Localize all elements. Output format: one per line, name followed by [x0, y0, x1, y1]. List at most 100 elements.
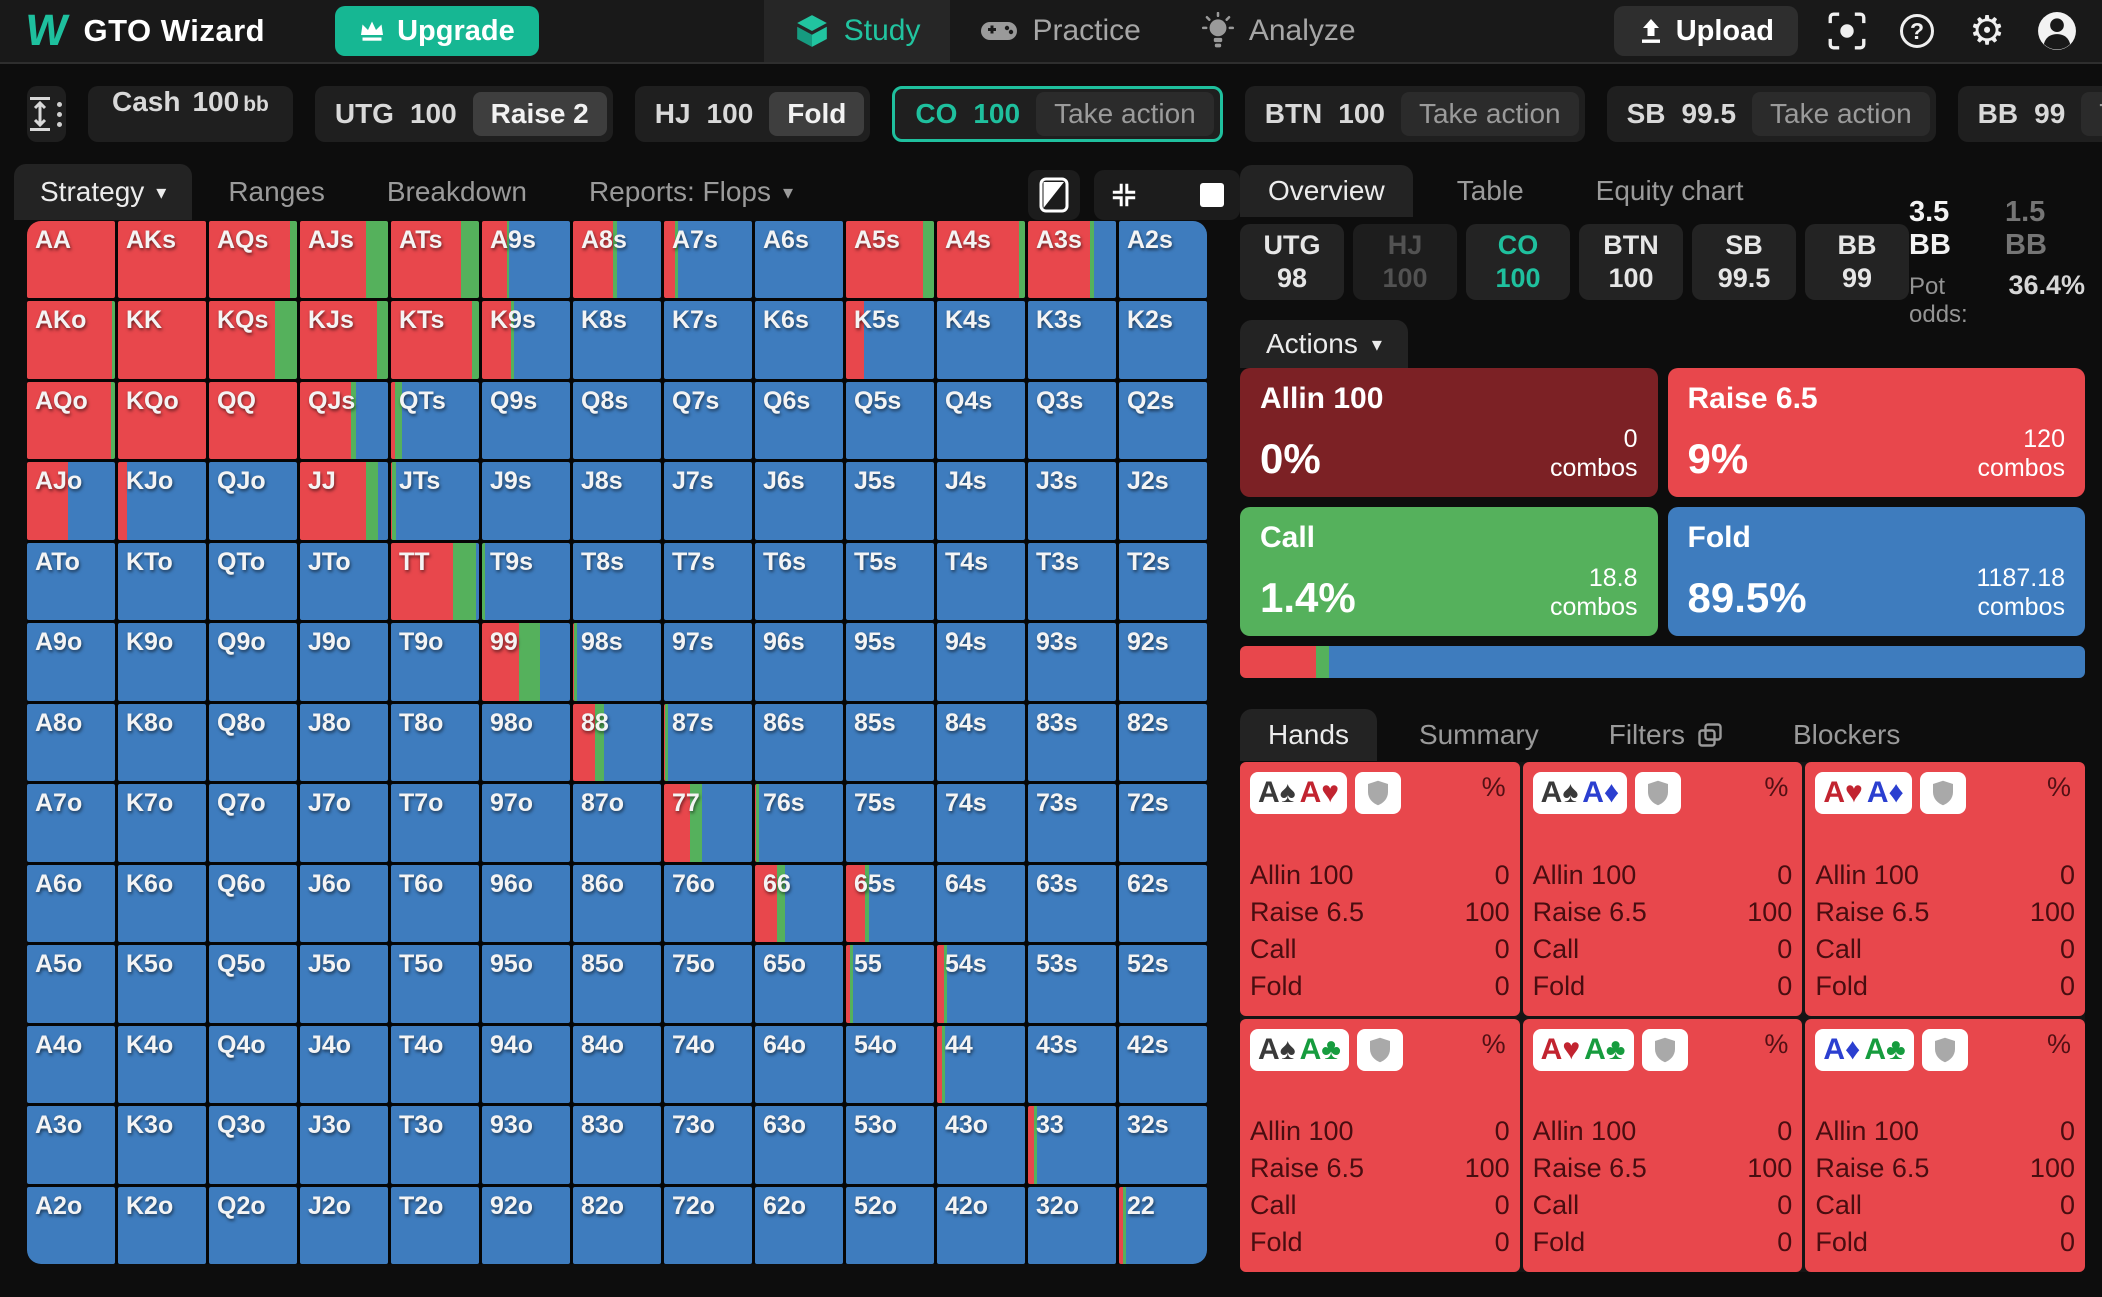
matrix-cell-82o[interactable]: 82o [573, 1187, 661, 1264]
matrix-cell-aqo[interactable]: AQo [27, 382, 115, 459]
matrix-cell-q8o[interactable]: Q8o [209, 704, 297, 781]
matrix-cell-83o[interactable]: 83o [573, 1106, 661, 1183]
matrix-cell-65o[interactable]: 65o [755, 945, 843, 1022]
tab-analyze[interactable]: Analyze [1171, 0, 1386, 62]
matrix-cell-t3o[interactable]: T3o [391, 1106, 479, 1183]
matrix-cell-t6s[interactable]: T6s [755, 543, 843, 620]
matrix-cell-94o[interactable]: 94o [482, 1026, 570, 1103]
matrix-cell-k7s[interactable]: K7s [664, 301, 752, 378]
upgrade-button[interactable]: Upgrade [335, 6, 539, 56]
matrix-cell-a8o[interactable]: A8o [27, 704, 115, 781]
action-card-call[interactable]: Call1.4%18.8combos [1240, 507, 1658, 636]
tab-hands[interactable]: Hands [1240, 709, 1377, 761]
matrix-cell-64o[interactable]: 64o [755, 1026, 843, 1103]
hand-combo-card[interactable]: A♥A♣%Allin 1000Raise 6.5100Call0Fold0 [1523, 1019, 1803, 1273]
matrix-cell-q2o[interactable]: Q2o [209, 1187, 297, 1264]
matrix-cell-j9o[interactable]: J9o [300, 623, 388, 700]
matrix-cell-j5o[interactable]: J5o [300, 945, 388, 1022]
matrix-cell-t5o[interactable]: T5o [391, 945, 479, 1022]
upload-button[interactable]: Upload [1614, 6, 1798, 56]
seat-action-chip[interactable]: Raise 2 [473, 92, 607, 136]
matrix-cell-j7o[interactable]: J7o [300, 784, 388, 861]
matrix-cell-87o[interactable]: 87o [573, 784, 661, 861]
matrix-cell-k2s[interactable]: K2s [1119, 301, 1207, 378]
blocker-shield-icon[interactable] [1642, 1029, 1688, 1071]
matrix-cell-j4o[interactable]: J4o [300, 1026, 388, 1103]
matrix-cell-t7s[interactable]: T7s [664, 543, 752, 620]
tab-filters[interactable]: Filters [1581, 709, 1751, 761]
matrix-cell-32o[interactable]: 32o [1028, 1187, 1116, 1264]
matrix-cell-kjo[interactable]: KJo [118, 462, 206, 539]
matrix-cell-qq[interactable]: QQ [209, 382, 297, 459]
matrix-cell-q3o[interactable]: Q3o [209, 1106, 297, 1183]
matrix-cell-64s[interactable]: 64s [937, 865, 1025, 942]
matrix-cell-t2o[interactable]: T2o [391, 1187, 479, 1264]
matrix-cell-76s[interactable]: 76s [755, 784, 843, 861]
matrix-cell-a4s[interactable]: A4s [937, 221, 1025, 298]
matrix-cell-t3s[interactable]: T3s [1028, 543, 1116, 620]
matrix-cell-87s[interactable]: 87s [664, 704, 752, 781]
matrix-cell-kjs[interactable]: KJs [300, 301, 388, 378]
matrix-cell-95o[interactable]: 95o [482, 945, 570, 1022]
matrix-cell-a5o[interactable]: A5o [27, 945, 115, 1022]
matrix-cell-74s[interactable]: 74s [937, 784, 1025, 861]
matrix-cell-q4s[interactable]: Q4s [937, 382, 1025, 459]
matrix-cell-a9o[interactable]: A9o [27, 623, 115, 700]
matrix-cell-92o[interactable]: 92o [482, 1187, 570, 1264]
matrix-cell-k5s[interactable]: K5s [846, 301, 934, 378]
matrix-cell-43s[interactable]: 43s [1028, 1026, 1116, 1103]
matrix-cell-96o[interactable]: 96o [482, 865, 570, 942]
matrix-cell-k4o[interactable]: K4o [118, 1026, 206, 1103]
matrix-cell-q6s[interactable]: Q6s [755, 382, 843, 459]
matrix-cell-72o[interactable]: 72o [664, 1187, 752, 1264]
matrix-cell-aqs[interactable]: AQs [209, 221, 297, 298]
matrix-cell-k7o[interactable]: K7o [118, 784, 206, 861]
seat-action-chip[interactable]: Fold [769, 92, 864, 136]
matrix-cell-85s[interactable]: 85s [846, 704, 934, 781]
matrix-cell-k6s[interactable]: K6s [755, 301, 843, 378]
game-type-chip[interactable]: Cash 100 bb [88, 86, 293, 142]
matrix-cell-a9s[interactable]: A9s [482, 221, 570, 298]
matrix-cell-k5o[interactable]: K5o [118, 945, 206, 1022]
matrix-cell-75s[interactable]: 75s [846, 784, 934, 861]
hand-combo-card[interactable]: A♠A♦%Allin 1000Raise 6.5100Call0Fold0 [1523, 762, 1803, 1016]
matrix-cell-q7s[interactable]: Q7s [664, 382, 752, 459]
matrix-cell-44[interactable]: 44 [937, 1026, 1025, 1103]
matrix-cell-ajs[interactable]: AJs [300, 221, 388, 298]
matrix-cell-a6o[interactable]: A6o [27, 865, 115, 942]
collapse-view-icon[interactable] [1110, 181, 1138, 209]
tab-ranges[interactable]: Ranges [202, 164, 351, 220]
matrix-cell-94s[interactable]: 94s [937, 623, 1025, 700]
matrix-cell-k8o[interactable]: K8o [118, 704, 206, 781]
matrix-cell-k9s[interactable]: K9s [482, 301, 570, 378]
matrix-cell-a4o[interactable]: A4o [27, 1026, 115, 1103]
solid-view-icon[interactable] [1200, 183, 1224, 207]
matrix-cell-k3s[interactable]: K3s [1028, 301, 1116, 378]
matrix-cell-63o[interactable]: 63o [755, 1106, 843, 1183]
matrix-cell-t4o[interactable]: T4o [391, 1026, 479, 1103]
matrix-cell-96s[interactable]: 96s [755, 623, 843, 700]
matrix-cell-a5s[interactable]: A5s [846, 221, 934, 298]
matrix-cell-j6s[interactable]: J6s [755, 462, 843, 539]
matrix-cell-55[interactable]: 55 [846, 945, 934, 1022]
matrix-cell-t8o[interactable]: T8o [391, 704, 479, 781]
blocker-shield-icon[interactable] [1355, 772, 1401, 814]
matrix-cell-j2o[interactable]: J2o [300, 1187, 388, 1264]
matrix-cell-a3s[interactable]: A3s [1028, 221, 1116, 298]
matrix-cell-ato[interactable]: ATo [27, 543, 115, 620]
matrix-cell-jto[interactable]: JTo [300, 543, 388, 620]
matrix-cell-43o[interactable]: 43o [937, 1106, 1025, 1183]
actions-dropdown[interactable]: Actions ▾ [1240, 320, 1408, 368]
matrix-cell-53o[interactable]: 53o [846, 1106, 934, 1183]
action-card-allin-100[interactable]: Allin 1000%0combos [1240, 368, 1658, 497]
matrix-cell-85o[interactable]: 85o [573, 945, 661, 1022]
matrix-cell-t8s[interactable]: T8s [573, 543, 661, 620]
matrix-cell-j3s[interactable]: J3s [1028, 462, 1116, 539]
tab-table[interactable]: Table [1429, 165, 1552, 217]
matrix-cell-76o[interactable]: 76o [664, 865, 752, 942]
hand-combo-card[interactable]: A♠A♥%Allin 1000Raise 6.5100Call0Fold0 [1240, 762, 1520, 1016]
matrix-cell-33[interactable]: 33 [1028, 1106, 1116, 1183]
more-options-icon[interactable] [53, 98, 66, 131]
tab-study[interactable]: Study [764, 0, 951, 62]
matrix-cell-54o[interactable]: 54o [846, 1026, 934, 1103]
